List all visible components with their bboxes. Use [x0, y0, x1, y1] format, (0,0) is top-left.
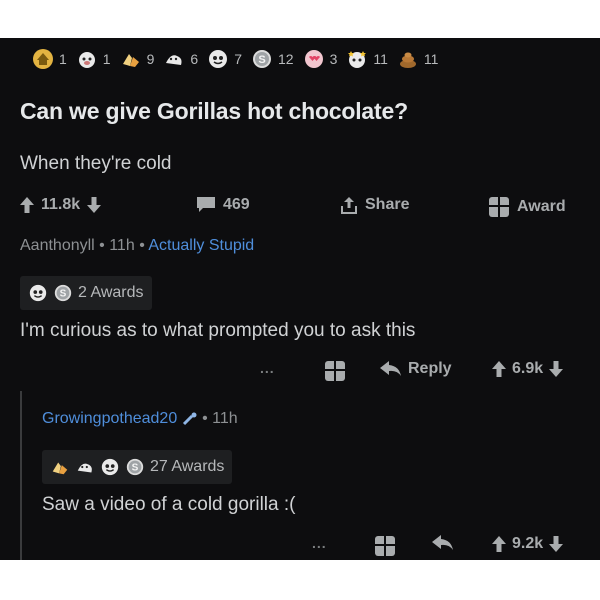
vote-group: 11.8k [20, 196, 102, 214]
face-award-icon [100, 457, 120, 477]
post-age: 11h [109, 237, 135, 254]
svg-text:S: S [60, 289, 67, 300]
reply-score: 9.2k [512, 535, 544, 552]
gift-icon [374, 535, 396, 557]
post-score: 11.8k [41, 196, 81, 213]
award-item[interactable]: 6 [163, 48, 198, 70]
more-options-button[interactable]: ... [260, 360, 275, 376]
post-awards-row: 1 1 9 6 7 S 12 3 11 11 [32, 46, 447, 72]
silver-coin-award-icon: S [125, 457, 145, 477]
user-flair: Actually Stupid [148, 237, 255, 254]
post-title[interactable]: Can we give Gorillas hot chocolate? [20, 98, 408, 125]
post-meta: Aanthonyll • 11h • Actually Stupid [20, 237, 254, 255]
award-count: 6 [190, 51, 199, 67]
award-count: 12 [277, 51, 294, 67]
upvote-icon[interactable] [492, 536, 506, 552]
poop-award-icon [397, 48, 419, 70]
comment-bubble-icon [196, 196, 216, 214]
comment-action-bar: ... Reply 6.9k [0, 360, 600, 384]
award-item[interactable]: 1 [76, 48, 111, 70]
hugz-award-icon [75, 457, 95, 477]
award-item[interactable]: 1 [32, 48, 67, 70]
face-award-icon [207, 48, 229, 70]
gold-house-award-icon [32, 48, 54, 70]
award-count: 11 [423, 51, 439, 67]
award-button[interactable] [324, 360, 346, 382]
awards-count-label: 2 Awards [78, 284, 144, 301]
award-item[interactable]: S 12 [251, 48, 294, 70]
svg-text:S: S [258, 54, 265, 66]
award-item[interactable]: 11 [397, 48, 439, 70]
award-count: 3 [329, 51, 338, 67]
reply-vote-group: 9.2k [492, 535, 564, 553]
pig-award-icon [76, 48, 98, 70]
award-item[interactable]: 3 [303, 48, 338, 70]
share-button[interactable]: Share [340, 196, 409, 214]
reply-arrow-icon [380, 361, 402, 377]
award-item[interactable]: 7 [207, 48, 242, 70]
award-count: 7 [234, 51, 242, 67]
face-award-icon [28, 283, 48, 303]
svg-text:S: S [132, 463, 139, 474]
award-count: 11 [373, 51, 388, 67]
hugz-award-icon [163, 48, 185, 70]
awards-count-label: 27 Awards [150, 458, 225, 475]
downvote-icon[interactable] [87, 197, 102, 213]
downvote-icon[interactable] [549, 361, 564, 377]
starstruck-award-icon [346, 48, 368, 70]
reply-button[interactable] [432, 535, 454, 551]
wholesome-hands-award-icon [120, 48, 142, 70]
share-icon [340, 196, 358, 214]
reply-button[interactable]: Reply [380, 360, 452, 378]
reddit-thread-screen: 1 1 9 6 7 S 12 3 11 11 Can we give Goril… [0, 38, 600, 560]
more-dots: ... [312, 535, 327, 551]
comment-score: 6.9k [512, 360, 544, 377]
award-count: 9 [146, 51, 155, 67]
comment-text: I'm curious as to what prompted you to a… [20, 320, 416, 341]
award-item[interactable]: 11 [346, 48, 388, 70]
comments-button[interactable]: 469 [196, 196, 250, 214]
comment-count: 469 [223, 196, 250, 213]
reply-meta: Growingpothead20 • 11h [42, 410, 238, 428]
silver-coin-award-icon: S [53, 283, 73, 303]
reply-age: 11h [212, 410, 238, 427]
wholesome-hands-award-icon [50, 457, 70, 477]
reply-action-bar: ... 9.2k [0, 535, 600, 559]
post-author[interactable]: Aanthonyll [20, 237, 95, 254]
share-label: Share [365, 196, 410, 213]
upvote-icon[interactable] [20, 197, 34, 213]
post-action-bar: 11.8k 469 Share Award [20, 196, 590, 222]
reply-text: Saw a video of a cold gorilla :( [42, 494, 296, 515]
post-body: When they're cold [20, 153, 172, 174]
reply-arrow-icon [432, 535, 454, 551]
upvote-icon[interactable] [492, 361, 506, 377]
reply-author[interactable]: Growingpothead20 [42, 410, 177, 427]
more-dots: ... [260, 360, 275, 376]
award-count: 1 [59, 51, 67, 67]
heart-eyes-award-icon [303, 48, 325, 70]
more-options-button[interactable]: ... [312, 535, 327, 551]
comment-vote-group: 6.9k [492, 360, 564, 378]
reply-label: Reply [408, 360, 452, 377]
separator-dot: • [202, 410, 213, 427]
gift-icon [324, 360, 346, 382]
reply-awards-badge[interactable]: S 27 Awards [42, 450, 233, 484]
award-item[interactable]: 9 [120, 48, 155, 70]
award-button[interactable]: Award [488, 196, 566, 218]
comment-awards-badge[interactable]: S 2 Awards [20, 276, 152, 310]
separator-dot: • [99, 237, 110, 254]
award-count: 1 [102, 51, 111, 67]
award-button[interactable] [374, 535, 396, 557]
flair-wrench-icon [182, 412, 198, 426]
downvote-icon[interactable] [549, 536, 564, 552]
silver-coin-award-icon: S [251, 48, 273, 70]
award-label: Award [517, 198, 566, 215]
separator-dot: • [139, 237, 149, 254]
gift-icon [488, 196, 510, 218]
